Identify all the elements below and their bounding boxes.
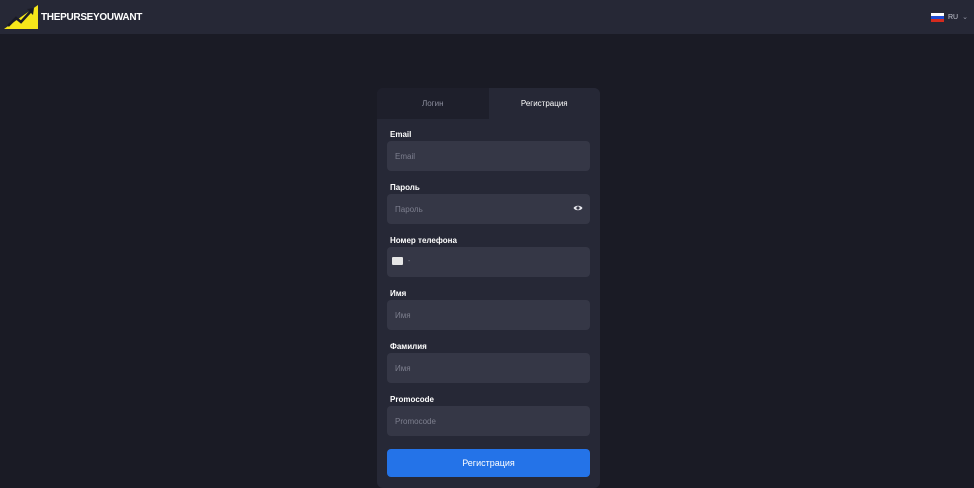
phone-field-group: Номер телефона - — [387, 235, 590, 288]
country-code-prefix: - — [408, 257, 411, 265]
promocode-label: Promocode — [390, 395, 435, 404]
language-selector[interactable]: RU ⌄ — [931, 12, 968, 22]
last-name-input-wrap — [387, 353, 590, 383]
promocode-input[interactable] — [387, 406, 590, 436]
last-name-field-group: Фамилия — [387, 341, 590, 394]
last-name-label: Фамилия — [390, 342, 427, 351]
first-name-field-group: Имя — [387, 288, 590, 341]
phone-label: Номер телефона — [390, 236, 457, 245]
brand-logo[interactable]: THEPURSEYOUWANT — [4, 5, 142, 29]
tab-login[interactable]: Логин — [377, 88, 489, 119]
rising-arrow-logo-icon — [4, 5, 38, 29]
first-name-input-wrap — [387, 300, 590, 330]
russia-flag-icon — [931, 12, 944, 22]
promocode-input-wrap — [387, 406, 590, 436]
register-button[interactable]: Регистрация — [387, 449, 590, 477]
auth-card: Логин Регистрация Email Пароль Номер тел… — [377, 88, 600, 488]
promocode-field-group: Promocode — [387, 394, 590, 447]
first-name-label: Имя — [390, 289, 407, 298]
language-code: RU — [948, 13, 959, 21]
email-label: Email — [390, 130, 412, 139]
password-input-wrap — [387, 194, 590, 224]
auth-tabs: Логин Регистрация — [377, 88, 600, 119]
country-flag-icon — [392, 257, 403, 265]
phone-input-wrap: - — [387, 247, 590, 277]
tab-register[interactable]: Регистрация — [488, 88, 600, 119]
registration-form: Email Пароль Номер телефона - — [377, 119, 600, 477]
password-field-group: Пароль — [387, 182, 590, 235]
password-label: Пароль — [390, 183, 420, 192]
phone-input[interactable] — [387, 247, 590, 277]
chevron-down-icon: ⌄ — [962, 14, 968, 21]
brand-name: THEPURSEYOUWANT — [41, 11, 143, 23]
last-name-input[interactable] — [387, 353, 590, 383]
email-input[interactable] — [387, 141, 590, 171]
country-code-selector[interactable]: - — [392, 257, 410, 265]
first-name-input[interactable] — [387, 300, 590, 330]
email-input-wrap — [387, 141, 590, 171]
top-bar: THEPURSEYOUWANT RU ⌄ — [0, 0, 974, 34]
password-input[interactable] — [387, 194, 590, 224]
email-field-group: Email — [387, 129, 590, 182]
eye-icon[interactable] — [573, 204, 583, 212]
